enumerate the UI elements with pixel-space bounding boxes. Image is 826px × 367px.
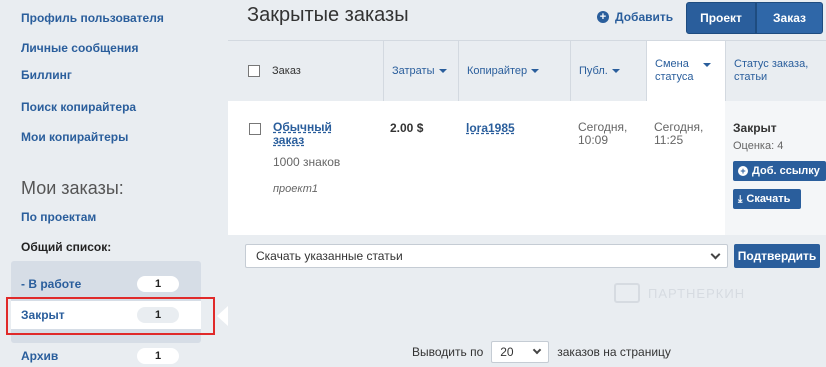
chevron-down-icon (533, 345, 542, 355)
sort-caret-icon (438, 69, 447, 73)
column-header-order: Заказ (240, 41, 370, 101)
status-count-badge: 1 (137, 276, 179, 292)
published-time: 10:09 (578, 133, 609, 147)
sidebar: Профиль пользователя Личные сообщения Би… (0, 0, 228, 367)
sort-caret-icon (703, 63, 712, 67)
status-label: - В работе (21, 277, 82, 291)
column-header-status: Статус заказа, статьи (725, 41, 826, 101)
column-label-status-1: Статус заказа, (734, 58, 809, 70)
select-all-checkbox[interactable] (248, 65, 260, 77)
page-size-control: Выводить по 20 заказов на страницу (412, 341, 671, 363)
order-cost: 2.00 $ (390, 121, 424, 135)
column-header-cost[interactable]: Затраты (383, 41, 458, 101)
page-title: Закрытые заказы (247, 4, 409, 26)
order-rating: Оценка: 4 (733, 140, 784, 152)
my-orders-heading: Мои заказы: (21, 178, 124, 198)
active-pointer-arrow (217, 306, 228, 326)
column-header-status-change[interactable]: Смена статуса (646, 41, 725, 101)
page-size-suffix: заказов на страницу (557, 345, 671, 359)
main-content: Закрытые заказы + Добавить Проект Заказ … (228, 0, 826, 367)
status-change-date: Сегодня, 11:25 (654, 121, 703, 147)
download-label: Скачать (746, 193, 791, 205)
column-header-copywriter[interactable]: Копирайтер (458, 41, 570, 101)
sidebar-item-profile[interactable]: Профиль пользователя (21, 11, 164, 25)
bulk-action-select[interactable]: Скачать указанные статьи (245, 244, 728, 268)
plus-circle-icon: + (738, 166, 748, 176)
view-toggle-order[interactable]: Заказ (756, 2, 823, 34)
sidebar-item-billing[interactable]: Биллинг (21, 68, 72, 82)
add-link-button[interactable]: + Доб. ссылку (733, 161, 826, 181)
add-order-button[interactable]: + Добавить (597, 10, 673, 24)
bulk-action-value: Скачать указанные статьи (256, 249, 403, 263)
download-button[interactable]: ⤓ Скачать (733, 189, 801, 209)
watermark-logo-icon (614, 283, 640, 303)
chevron-down-icon (710, 249, 721, 260)
page-size-select[interactable]: 20 (491, 341, 550, 363)
add-order-label: Добавить (615, 10, 674, 24)
table-header: Заказ Затраты Копирайтер Публ. Смена ста… (228, 40, 826, 101)
confirm-button[interactable]: Подтвердить (734, 244, 820, 268)
column-label-order: Заказ (272, 65, 301, 77)
add-link-label: Доб. ссылку (752, 165, 820, 177)
order-project-name: проект1 (273, 183, 319, 195)
watermark-text: ПАРТНЕРКИН (648, 285, 746, 301)
column-label-published: Публ. (579, 65, 608, 77)
status-label: Архив (21, 349, 59, 363)
page-size-prefix: Выводить по (412, 345, 484, 359)
sort-caret-icon (611, 69, 620, 73)
status-column-cell: Закрыт Оценка: 4 + Доб. ссылку ⤓ Скачать (725, 101, 826, 235)
download-icon: ⤓ (738, 193, 743, 205)
order-char-count: 1000 знаков (273, 155, 341, 169)
column-label-status-change-2: статуса (655, 71, 694, 83)
status-filter-in-progress[interactable]: - В работе 1 (11, 270, 201, 298)
column-label-status-2: статьи (734, 71, 768, 83)
sort-caret-icon (531, 69, 540, 73)
order-title-line-2: заказ (273, 133, 305, 147)
column-label-copywriter: Копирайтер (467, 65, 528, 77)
sidebar-item-by-projects[interactable]: По проектам (21, 210, 96, 224)
order-status: Закрыт (733, 121, 777, 135)
column-label-status-change-1: Смена (655, 58, 689, 70)
bulk-action-bar: Скачать указанные статьи Подтвердить (228, 235, 826, 277)
sidebar-item-messages[interactable]: Личные сообщения (21, 41, 138, 55)
sidebar-item-copywriter-search[interactable]: Поиск копирайтера (21, 100, 136, 114)
changed-time: 11:25 (654, 133, 684, 147)
published-date: Сегодня, 10:09 (578, 121, 627, 147)
row-checkbox[interactable] (249, 123, 261, 135)
red-highlight-frame (6, 297, 215, 335)
status-filter-archive[interactable]: Архив 1 (11, 342, 201, 367)
column-header-published[interactable]: Публ. (570, 41, 646, 101)
column-label-cost: Затраты (392, 65, 435, 77)
copywriter-link[interactable]: lora1985 (466, 121, 515, 135)
watermark: ПАРТНЕРКИН (614, 283, 745, 303)
status-count-badge: 1 (137, 348, 179, 364)
general-list-label: Общий список: (21, 240, 112, 254)
view-toggle-project[interactable]: Проект (686, 2, 756, 34)
page-size-value: 20 (500, 345, 514, 359)
order-title-link[interactable]: Обычный заказ (273, 121, 332, 147)
sidebar-item-my-copywriters[interactable]: Мои копирайтеры (21, 130, 128, 144)
plus-circle-icon: + (597, 11, 609, 23)
